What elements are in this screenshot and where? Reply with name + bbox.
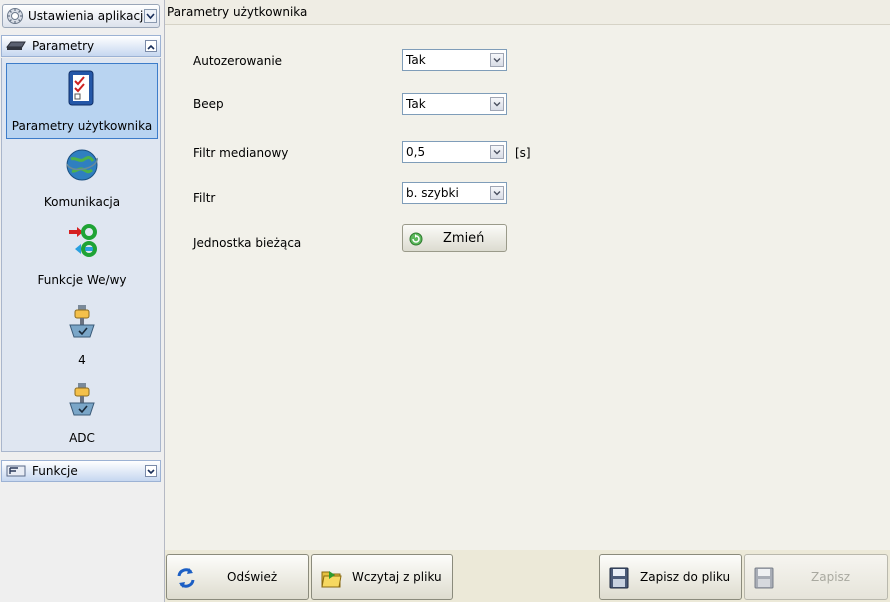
change-unit-button[interactable]: Zmień [402, 224, 507, 252]
load-from-file-label: Wczytaj z pliku [352, 570, 442, 584]
group-label-parametry: Parametry [32, 39, 95, 53]
scale-icon [69, 383, 95, 416]
filter-label: Filtr [193, 191, 216, 205]
app-settings-label: Ustawienia aplikacji [28, 9, 147, 23]
panel-title-bar: Parametry użytkownika [165, 0, 890, 25]
function-icon [6, 465, 26, 477]
median-filter-value: 0,5 [406, 145, 426, 159]
bottom-toolbar: Odśwież Wczytaj z pliku Zapisz do pliku … [165, 550, 890, 602]
load-from-file-button[interactable]: Wczytaj z pliku [311, 554, 453, 600]
sidebar-item-adc[interactable]: ADC [6, 376, 158, 452]
sidebar-item-label: Parametry użytkownika [11, 119, 153, 133]
beep-value: Tak [406, 97, 426, 111]
refresh-icon [177, 568, 195, 588]
open-folder-icon [321, 571, 342, 588]
sidebar-item-io-functions[interactable]: Funkcje We/wy [6, 218, 158, 294]
group-header-funkcje[interactable]: Funkcje [1, 460, 161, 482]
beep-select[interactable]: Tak [402, 93, 507, 115]
sidebar-item-label: Komunikacja [43, 195, 121, 209]
collapse-icon[interactable] [145, 40, 157, 52]
change-unit-label: Zmień [443, 231, 485, 246]
user-parameters-icon [68, 70, 94, 106]
refresh-button[interactable]: Odśwież [166, 554, 309, 600]
autozero-select[interactable]: Tak [402, 49, 507, 71]
save-to-file-button[interactable]: Zapisz do pliku [599, 554, 742, 600]
chip-icon [6, 41, 26, 50]
save-disk-icon [609, 567, 629, 589]
beep-label: Beep [193, 97, 224, 111]
save-label: Zapisz [811, 570, 851, 584]
save-to-file-label: Zapisz do pliku [640, 570, 731, 584]
app-settings-dropdown[interactable]: Ustawienia aplikacji [2, 4, 160, 28]
save-disk-icon [754, 567, 774, 589]
parametry-items: Parametry użytkownika Komunikacja Funkcj… [1, 58, 161, 452]
chevron-down-icon[interactable] [490, 186, 504, 200]
chevron-down-icon[interactable] [144, 9, 157, 23]
autozero-value: Tak [406, 53, 426, 67]
filter-select[interactable]: b. szybki [402, 182, 507, 204]
median-filter-select[interactable]: 0,5 [402, 141, 507, 163]
save-button[interactable]: Zapisz [744, 554, 888, 600]
refresh-icon [409, 232, 423, 246]
chevron-down-icon[interactable] [490, 97, 504, 111]
sidebar-item-label: 4 [78, 353, 86, 367]
autozero-label: Autozerowanie [193, 54, 283, 68]
chevron-down-icon[interactable] [490, 145, 504, 159]
current-unit-label: Jednostka bieżąca [193, 236, 302, 250]
sidebar-item-label: Funkcje We/wy [37, 273, 127, 287]
sidebar-item-4[interactable]: 4 [6, 298, 158, 374]
communication-globe-icon [66, 149, 98, 181]
sidebar-item-communication[interactable]: Komunikacja [6, 140, 158, 216]
io-functions-icon [69, 224, 97, 257]
refresh-label: Odśwież [227, 570, 278, 584]
group-label-funkcje: Funkcje [32, 464, 78, 478]
gear-icon [7, 8, 23, 24]
filter-value: b. szybki [406, 186, 459, 200]
main-panel: Parametry użytkownika Autozerowanie Tak … [165, 0, 890, 550]
sidebar-item-user-parameters[interactable]: Parametry użytkownika [6, 63, 158, 139]
sidebar: Ustawienia aplikacji Parametry Parametry… [0, 0, 165, 602]
expand-icon[interactable] [145, 465, 157, 477]
chevron-down-icon[interactable] [490, 53, 504, 67]
median-filter-label: Filtr medianowy [193, 146, 289, 160]
median-filter-unit: [s] [515, 146, 531, 160]
group-header-parametry[interactable]: Parametry [1, 35, 161, 57]
scale-icon [69, 305, 95, 338]
page-title: Parametry użytkownika [167, 5, 308, 19]
sidebar-item-label: ADC [69, 431, 95, 445]
